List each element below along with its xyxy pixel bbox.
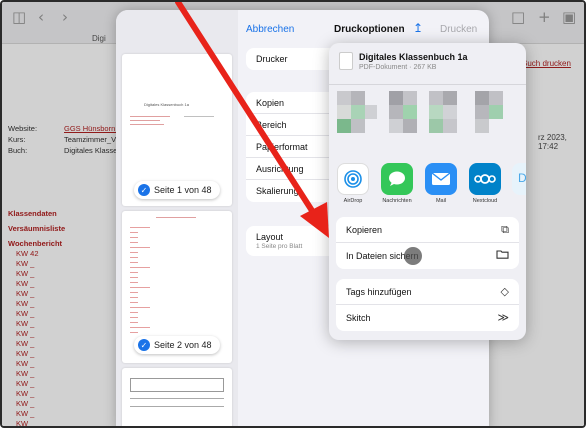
thumb-line — [130, 257, 138, 258]
app-mail[interactable]: Mail — [421, 163, 461, 204]
app-airdrop[interactable]: AirDrop — [333, 163, 373, 204]
contact-suggestion[interactable] — [383, 91, 423, 153]
app-nachrichten-label: Nachrichten — [382, 198, 412, 204]
nextcloud-icon — [469, 163, 501, 195]
contact-suggestion[interactable] — [337, 91, 377, 153]
thumb-line — [130, 332, 138, 333]
contact-suggestion[interactable] — [429, 91, 469, 153]
action-in-dateien-sichern[interactable]: In Dateien sichern — [336, 243, 519, 269]
thumb-line — [130, 227, 150, 228]
thumb-line — [130, 287, 150, 288]
app-nachrichten[interactable]: Nachrichten — [377, 163, 417, 204]
page-1-badge: ✓ Seite 1 von 48 — [134, 181, 220, 199]
page-1-label: Seite 1 von 48 — [154, 185, 212, 195]
pointer-cursor — [404, 247, 422, 265]
action-skitch[interactable]: Skitch ≫ — [336, 305, 519, 331]
app-nextcloud[interactable]: Nextcloud — [465, 163, 505, 204]
thumb-line — [130, 232, 138, 233]
window-frame: ◫ ‹ › □ + ▣ Digi Website: GGS Hünsborn L… — [0, 0, 586, 428]
thumb-line — [130, 237, 138, 238]
action-group-1: Kopieren ⧉ In Dateien sichern — [336, 217, 519, 269]
messages-icon — [381, 163, 413, 195]
thumb-line — [130, 262, 138, 263]
document-title: Digitales Klassenbuch 1a — [359, 52, 468, 62]
share-sheet-header: Digitales Klassenbuch 1a PDF-Dokument · … — [329, 43, 526, 79]
app-nextcloud-label: Nextcloud — [472, 198, 498, 204]
action-kopieren-label: Kopieren — [346, 225, 383, 235]
thumb-line — [130, 327, 150, 328]
action-kopieren[interactable]: Kopieren ⧉ — [336, 217, 519, 243]
share-icon[interactable]: ↥ — [413, 21, 423, 35]
airdrop-icon — [337, 163, 369, 195]
document-subtitle: PDF-Dokument · 267 KB — [359, 64, 437, 71]
share-sheet: Digitales Klassenbuch 1a PDF-Dokument · … — [329, 43, 526, 340]
action-group-2: Tags hinzufügen ◇ Skitch ≫ — [336, 279, 519, 331]
thumb-line — [130, 272, 138, 273]
thumb-line — [130, 307, 150, 308]
thumb-line — [130, 317, 138, 318]
mail-icon — [425, 163, 457, 195]
thumb1-title: Digitales Klassenbuch 1a — [144, 102, 189, 107]
action-tags-hinzufuegen[interactable]: Tags hinzufügen ◇ — [336, 279, 519, 305]
action-skitch-label: Skitch — [346, 313, 371, 323]
thumb-line — [130, 322, 138, 323]
page-2-badge: ✓ Seite 2 von 48 — [134, 336, 220, 354]
checkmark-icon: ✓ — [138, 184, 150, 196]
more-apps-peek[interactable]: D — [512, 163, 526, 195]
app-mail-label: Mail — [435, 198, 447, 204]
document-icon — [339, 52, 353, 70]
app-airdrop-label: AirDrop — [343, 198, 363, 204]
checkmark-icon: ✓ — [138, 339, 150, 351]
thumb-line — [130, 297, 138, 298]
preview-column: Digitales Klassenbuch 1a ✓ Seite 1 von 4… — [116, 10, 238, 426]
print-options-title: Druckoptionen — [334, 24, 405, 35]
tag-icon: ◇ — [500, 285, 509, 298]
action-tags-label: Tags hinzufügen — [346, 287, 412, 297]
page-2-label: Seite 2 von 48 — [154, 340, 212, 350]
thumb-line — [130, 282, 138, 283]
thumb-line — [130, 252, 138, 253]
thumb-line — [130, 267, 150, 268]
thumb-line — [130, 312, 138, 313]
thumb-line — [130, 247, 150, 248]
copy-icon: ⧉ — [501, 223, 509, 236]
print-button[interactable]: Drucken — [440, 24, 477, 35]
folder-icon — [496, 249, 509, 262]
thumb-line — [130, 302, 138, 303]
thumb-line — [130, 292, 138, 293]
thumb-line — [130, 277, 138, 278]
skitch-icon: ≫ — [497, 311, 509, 324]
page-thumbnail-3[interactable] — [122, 368, 232, 426]
thumb-line — [130, 242, 138, 243]
contact-suggestion[interactable] — [475, 91, 515, 153]
cancel-button[interactable]: Abbrechen — [246, 24, 294, 35]
